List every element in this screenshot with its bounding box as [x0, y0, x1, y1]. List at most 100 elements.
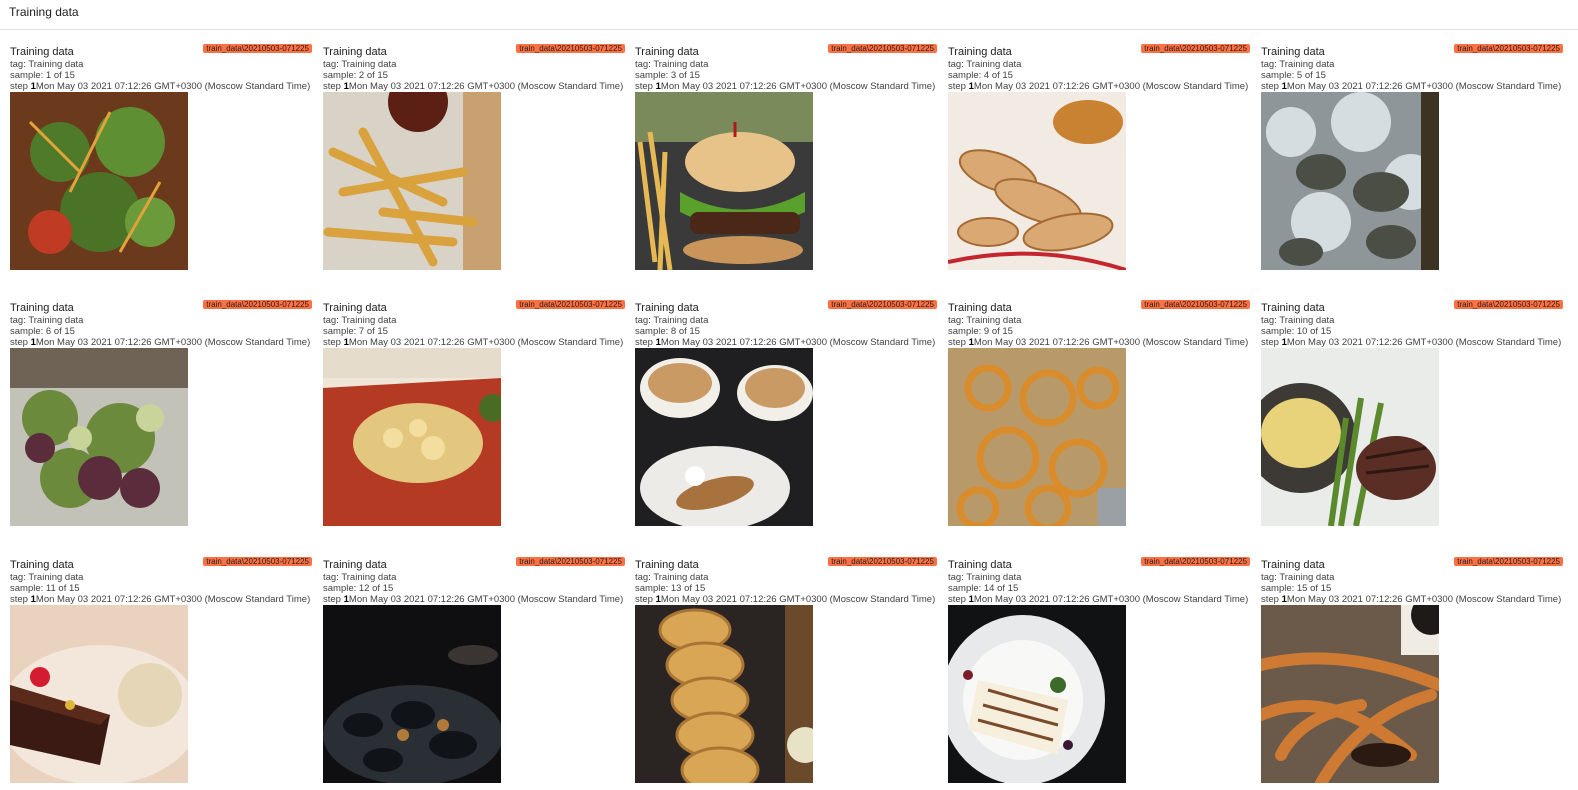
sample-image[interactable]: [948, 92, 1126, 270]
run-badge: train_data\20210503-071225: [1141, 300, 1250, 309]
sample-image[interactable]: [635, 605, 813, 783]
step-label: step: [1261, 337, 1282, 348]
card-step: step 1Mon May 03 2021 07:12:26 GMT+0300 …: [10, 81, 310, 92]
step-label: step: [323, 594, 344, 605]
card-step: step 1Mon May 03 2021 07:12:26 GMT+0300 …: [948, 594, 1248, 605]
sample-image[interactable]: [948, 605, 1126, 783]
run-badge: train_data\20210503-071225: [1454, 300, 1563, 309]
card-title: Training data: [10, 302, 74, 314]
card-sample: sample: 5 of 15: [1261, 70, 1326, 81]
card-sample: sample: 15 of 15: [1261, 583, 1332, 594]
sample-image[interactable]: [323, 348, 501, 526]
run-badge: train_data\20210503-071225: [516, 557, 625, 566]
image-card: Training data train_data\20210503-071225 t…: [635, 289, 937, 529]
step-timestamp: Mon May 03 2021 07:12:26 GMT+0300 (Mosco…: [35, 81, 311, 92]
step-label: step: [323, 337, 344, 348]
run-badge: train_data\20210503-071225: [203, 300, 312, 309]
step-label: step: [948, 337, 969, 348]
image-card: Training data train_data\20210503-071225 t…: [948, 546, 1250, 786]
card-sample: sample: 12 of 15: [323, 583, 394, 594]
churros-image: [1261, 605, 1439, 783]
step-timestamp: Mon May 03 2021 07:12:26 GMT+0300 (Mosco…: [35, 337, 311, 348]
image-card: Training data train_data\20210503-071225 t…: [323, 289, 625, 529]
sample-image[interactable]: [1261, 605, 1439, 783]
card-step: step 1Mon May 03 2021 07:12:26 GMT+0300 …: [948, 337, 1248, 348]
sample-image[interactable]: [323, 92, 501, 270]
card-sample: sample: 13 of 15: [635, 583, 706, 594]
card-step: step 1Mon May 03 2021 07:12:26 GMT+0300 …: [1261, 81, 1561, 92]
card-title: Training data: [323, 302, 387, 314]
card-step: step 1Mon May 03 2021 07:12:26 GMT+0300 …: [1261, 337, 1561, 348]
step-timestamp: Mon May 03 2021 07:12:26 GMT+0300 (Mosco…: [973, 337, 1249, 348]
card-tag: tag: Training data: [323, 315, 397, 326]
run-badge: train_data\20210503-071225: [203, 44, 312, 53]
card-tag: tag: Training data: [948, 315, 1022, 326]
sample-image[interactable]: [948, 348, 1126, 526]
fried-onion-strings-image: [948, 348, 1126, 526]
image-card: Training data train_data\20210503-071225 t…: [948, 33, 1250, 273]
step-label: step: [1261, 594, 1282, 605]
run-badge: train_data\20210503-071225: [828, 557, 937, 566]
hamburger-with-fries-image: [635, 92, 813, 270]
step-label: step: [10, 81, 31, 92]
card-sample: sample: 11 of 15: [10, 583, 80, 594]
lasagna-tray-image: [323, 348, 501, 526]
card-tag: tag: Training data: [948, 572, 1022, 583]
sample-image[interactable]: [635, 92, 813, 270]
card-title: Training data: [10, 46, 74, 58]
step-label: step: [10, 337, 31, 348]
card-title: Training data: [10, 559, 74, 571]
dashboard-header: Training data: [0, 0, 1578, 30]
run-badge: train_data\20210503-071225: [203, 557, 312, 566]
step-label: step: [635, 337, 656, 348]
card-tag: tag: Training data: [1261, 572, 1335, 583]
step-label: step: [1261, 81, 1282, 92]
card-sample: sample: 14 of 15: [948, 583, 1019, 594]
card-tag: tag: Training data: [10, 59, 84, 70]
step-label: step: [635, 594, 656, 605]
sample-image[interactable]: [10, 605, 188, 783]
sample-image[interactable]: [10, 348, 188, 526]
card-step: step 1Mon May 03 2021 07:12:26 GMT+0300 …: [635, 81, 935, 92]
card-sample: sample: 6 of 15: [10, 326, 75, 337]
sample-image[interactable]: [10, 92, 188, 270]
image-card: Training data train_data\20210503-071225 t…: [1261, 546, 1563, 786]
run-badge: train_data\20210503-071225: [1454, 557, 1563, 566]
card-title: Training data: [635, 46, 699, 58]
french-fries-image: [323, 92, 501, 270]
image-card: Training data train_data\20210503-071225 t…: [323, 33, 625, 273]
sample-image[interactable]: [635, 348, 813, 526]
step-timestamp: Mon May 03 2021 07:12:26 GMT+0300 (Mosco…: [973, 594, 1249, 605]
card-tag: tag: Training data: [1261, 315, 1335, 326]
card-step: step 1Mon May 03 2021 07:12:26 GMT+0300 …: [323, 337, 623, 348]
step-timestamp: Mon May 03 2021 07:12:26 GMT+0300 (Mosco…: [35, 594, 311, 605]
image-card: Training data train_data\20210503-071225t…: [323, 546, 625, 786]
card-title: Training data: [323, 559, 387, 571]
sample-image[interactable]: [323, 605, 501, 783]
card-step: step 1Mon May 03 2021 07:12:26 GMT+0300 …: [323, 594, 623, 605]
image-card: Training data train_data\20210503-071225 t…: [10, 546, 312, 786]
image-card: Training data train_data\20210503-071225 t…: [1261, 289, 1563, 529]
run-badge: train_data\20210503-071225: [1141, 44, 1250, 53]
step-label: step: [948, 594, 969, 605]
card-title: Training data: [948, 302, 1012, 314]
oysters-on-ice-image: [1261, 92, 1439, 270]
card-step: step 1Mon May 03 2021 07:12:26 GMT+0300 …: [635, 337, 935, 348]
card-tag: tag: Training data: [1261, 59, 1335, 70]
card-title: Training data: [948, 46, 1012, 58]
step-timestamp: Mon May 03 2021 07:12:26 GMT+0300 (Mosco…: [348, 337, 624, 348]
step-label: step: [635, 81, 656, 92]
image-card: Training data train_data\20210503-071225t…: [948, 289, 1250, 529]
card-sample: sample: 1 of 15: [10, 70, 75, 81]
card-step: step 1Mon May 03 2021 07:12:26 GMT+0300 …: [1261, 594, 1561, 605]
card-step: step 1Mon May 03 2021 07:12:26 GMT+0300 …: [635, 594, 935, 605]
step-timestamp: Mon May 03 2021 07:12:26 GMT+0300 (Mosco…: [660, 594, 936, 605]
card-sample: sample: 3 of 15: [635, 70, 700, 81]
cheesecake-plate-image: [948, 605, 1126, 783]
card-tag: tag: Training data: [323, 572, 397, 583]
sample-image[interactable]: [1261, 348, 1439, 526]
card-sample: sample: 7 of 15: [323, 326, 388, 337]
sample-image[interactable]: [1261, 92, 1439, 270]
card-sample: sample: 4 of 15: [948, 70, 1013, 81]
onion-rings-tower-image: [635, 605, 813, 783]
